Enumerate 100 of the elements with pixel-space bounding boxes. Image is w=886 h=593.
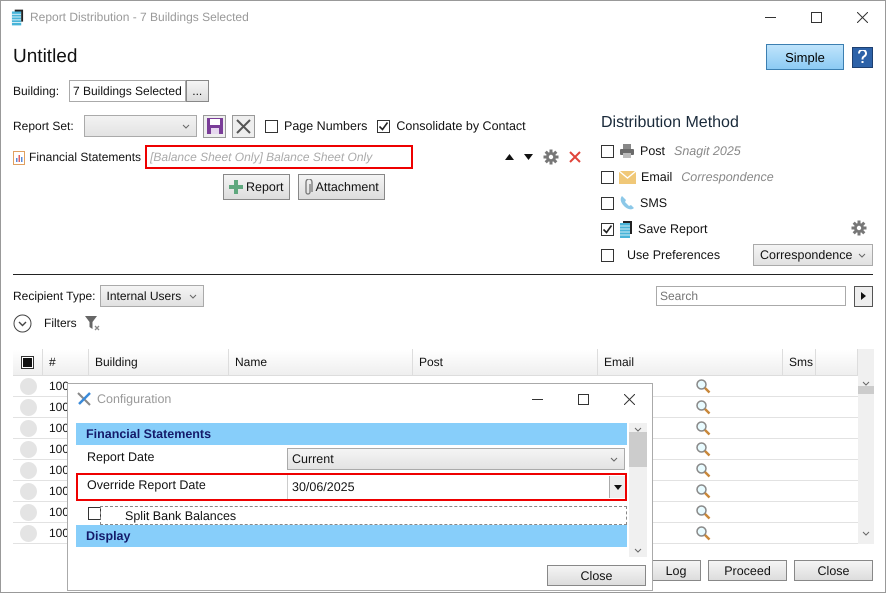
section-title: Distribution Method [601,114,740,132]
plus-icon [229,180,243,194]
cross-icon [236,118,251,134]
dialog-title: Configuration [97,392,172,406]
method-detail: Snagit 2025 [674,144,741,158]
row-radio[interactable] [20,524,36,542]
add-report-button[interactable]: Report [223,174,290,200]
checkbox[interactable] [601,170,614,184]
maximize-icon[interactable] [578,394,588,404]
expand-button[interactable] [854,286,873,306]
method-label: Use Preferences [627,248,720,262]
remove-icon[interactable] [569,151,582,163]
close-button[interactable]: Close [794,560,873,581]
row-radio[interactable] [20,462,36,478]
maximize-icon[interactable] [810,12,822,22]
method-label: Save Report [638,222,708,236]
checkbox[interactable] [601,222,614,236]
checkbox[interactable] [265,120,278,132]
gear-icon[interactable] [543,149,560,165]
browse-button[interactable]: ... [186,80,209,102]
field-label: Override Report Date [86,477,207,492]
scrollbar-thumb[interactable] [858,386,874,394]
chevron-down-icon [862,531,870,536]
row-radio[interactable] [20,420,36,436]
phone-icon [619,195,635,211]
move-down-icon[interactable] [524,154,534,160]
scrollbar-thumb[interactable] [629,432,647,467]
move-up-icon[interactable] [505,154,514,160]
scrollbar[interactable] [629,423,647,557]
column-header[interactable]: Building [89,349,229,375]
search-icon [695,378,711,394]
date-field[interactable]: 30/06/2025 [287,475,625,499]
row-radio[interactable] [20,482,36,500]
document-title: Untitled [13,46,78,68]
attachment-button[interactable]: Attachment [298,174,385,200]
search-field[interactable]: Search [656,286,846,306]
help-icon [858,50,867,64]
row-radio[interactable] [20,398,36,416]
proceed-button[interactable]: Proceed [708,560,787,581]
checkbox[interactable] [601,248,614,262]
chevron-down-icon [858,252,866,258]
chevron-up-icon [634,427,642,432]
checkbox[interactable] [601,196,614,210]
printer-icon [619,143,635,159]
report-name: Financial Statements [29,150,142,164]
search-icon [695,483,711,499]
dialog-close-button[interactable]: Close [547,565,646,586]
delete-button[interactable] [232,114,255,138]
close-icon[interactable] [856,12,868,22]
window-title: Report Distribution - 7 Buildings Selected [30,10,250,24]
simple-button[interactable]: Simple [766,44,844,70]
row-radio[interactable] [20,378,36,394]
building-field[interactable]: 7 Buildings Selected [69,80,186,102]
field-label: Report Date [86,449,156,464]
search-icon [695,420,711,436]
settings-icon[interactable] [851,220,867,236]
paperclip-icon [304,178,313,196]
row-radio[interactable] [20,504,36,520]
search-icon [695,441,711,457]
section-header: Display [76,525,627,547]
report-set-label: Report Set: [13,119,71,133]
recipient-type-dropdown[interactable]: Internal Users [100,285,204,307]
chevron-up-icon [862,381,870,386]
preferences-dropdown[interactable]: Correspondence [753,244,873,266]
search-icon [695,504,711,520]
option-label: Consolidate by Contact [396,119,526,133]
method-label: Post [640,144,666,158]
checkbox[interactable] [601,144,614,158]
section-header: Financial Statements [76,423,627,445]
scrollbar[interactable] [858,349,874,544]
select-all-checkbox[interactable] [21,356,34,368]
help-button[interactable] [852,46,873,68]
chevron-down-icon [610,456,618,462]
app-icon [11,8,24,26]
column-header[interactable]: Sms [783,349,816,375]
option-label: Page Numbers [284,119,368,133]
tools-icon [76,391,92,407]
filters-label: Filters [44,316,77,330]
minimize-icon[interactable] [532,398,542,400]
chevron-down-icon [189,294,198,298]
dropdown-arrow-icon [614,484,622,490]
column-header[interactable]: # [43,349,89,375]
log-button[interactable]: Log [651,560,701,581]
column-header[interactable]: Name [229,349,413,375]
close-icon[interactable] [624,394,634,404]
checkbox[interactable] [88,506,101,520]
checkbox[interactable] [377,120,390,132]
report-date-dropdown[interactable]: Current [287,448,625,470]
minimize-icon[interactable] [764,16,776,18]
filter-icon[interactable] [84,316,100,330]
row-radio[interactable] [20,440,36,458]
recipient-type-label: Recipient Type: [13,289,96,303]
save-button[interactable] [203,114,226,138]
report-description: [Balance Sheet Only] Balance Sheet Only [145,145,414,169]
play-icon [861,292,866,300]
expand-circle-icon[interactable] [13,314,32,332]
method-label: SMS [640,196,668,210]
building-label: Building: [13,84,60,98]
column-header[interactable]: Post [413,349,598,375]
column-header[interactable]: Email [598,349,783,375]
